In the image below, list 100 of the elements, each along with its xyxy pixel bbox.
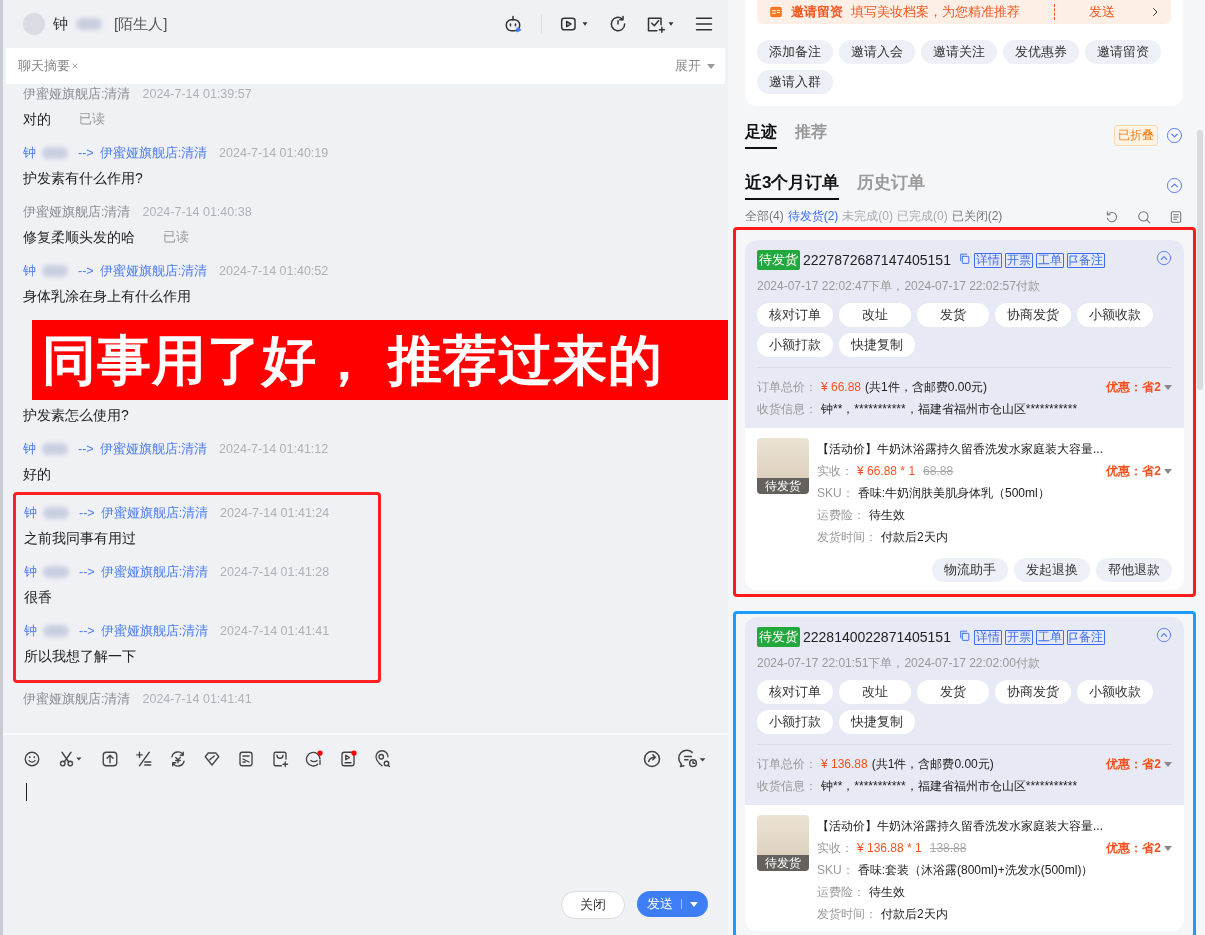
action-chip[interactable]: 发货 bbox=[917, 303, 989, 327]
action-chip[interactable]: 改址 bbox=[839, 680, 911, 704]
action-chip[interactable]: 核对订单 bbox=[757, 303, 833, 327]
caret-icon bbox=[1164, 468, 1172, 474]
arrow-text: --> bbox=[78, 145, 94, 162]
blurred-text bbox=[43, 625, 69, 637]
field-label: 实收： bbox=[817, 463, 853, 480]
sku-text: 香味:套装（沐浴露(800ml)+洗发水(500ml)） bbox=[857, 862, 1094, 879]
document-icon[interactable] bbox=[1169, 209, 1183, 224]
order-link[interactable]: 详情 bbox=[973, 629, 1002, 645]
chat-history-icon[interactable] bbox=[678, 749, 708, 769]
field-label: 订单总价： bbox=[757, 379, 817, 396]
tab[interactable]: 足迹 bbox=[745, 122, 777, 149]
smiley-icon[interactable] bbox=[23, 750, 41, 768]
video-doc-icon[interactable] bbox=[339, 750, 357, 768]
order-link[interactable]: 工单 bbox=[1035, 629, 1064, 645]
recipient-name: 伊蜜娅旗舰店:清清 bbox=[99, 263, 208, 280]
caret-icon bbox=[1164, 384, 1172, 390]
action-chip[interactable]: 快捷复制 bbox=[839, 710, 915, 734]
ship-time: 付款后2天内 bbox=[881, 529, 948, 546]
tag-icon[interactable] bbox=[203, 750, 221, 768]
close-button[interactable]: 关闭 bbox=[561, 891, 625, 919]
copy-icon[interactable] bbox=[957, 252, 971, 265]
search-icon[interactable] bbox=[1137, 209, 1151, 224]
video-icon[interactable] bbox=[560, 14, 590, 34]
arrow-text: --> bbox=[78, 441, 94, 458]
quick-action-chip[interactable]: 添加备注 bbox=[757, 40, 833, 64]
message-text: 护发素有什么作用? bbox=[23, 169, 143, 188]
quick-action-chip[interactable]: 邀请入会 bbox=[839, 40, 915, 64]
receipt-icon[interactable] bbox=[237, 750, 255, 768]
action-chip[interactable]: 改址 bbox=[839, 303, 911, 327]
order-link[interactable]: 详情 bbox=[973, 252, 1002, 268]
arrow-text: --> bbox=[79, 505, 95, 522]
field-label: SKU： bbox=[817, 862, 854, 879]
tab[interactable]: 近3个月订单 bbox=[745, 171, 840, 200]
quick-action-chip[interactable]: 邀请留资 bbox=[1085, 40, 1161, 64]
field-label: 实收： bbox=[817, 840, 853, 857]
bag-plus-icon[interactable] bbox=[271, 750, 289, 768]
insurance-status: 待生效 bbox=[869, 507, 905, 524]
upload-icon[interactable] bbox=[101, 750, 119, 768]
action-chip[interactable]: 协商发货 bbox=[995, 303, 1071, 327]
timestamp: 2024-7-14 01:40:52 bbox=[219, 263, 329, 280]
order-action-button[interactable]: 物流助手 bbox=[932, 558, 1008, 582]
original-price: 138.88 bbox=[929, 840, 967, 857]
order-filter[interactable]: 全部(4) bbox=[745, 208, 784, 225]
message-text: 很香 bbox=[24, 588, 52, 607]
action-chip[interactable]: 小额收款 bbox=[1077, 680, 1153, 704]
collapse-icon[interactable] bbox=[1166, 177, 1183, 194]
arrow-text: --> bbox=[78, 263, 94, 280]
flag-icon bbox=[1068, 631, 1078, 643]
action-chip[interactable]: 小额打款 bbox=[757, 333, 833, 357]
quick-action-chip[interactable]: 邀请入群 bbox=[757, 70, 833, 94]
quick-action-chip[interactable]: 发优惠券 bbox=[1003, 40, 1079, 64]
forward-icon[interactable] bbox=[642, 749, 662, 769]
collapse-icon[interactable] bbox=[1156, 627, 1172, 643]
exchange-icon[interactable] bbox=[169, 750, 187, 768]
sender-name: 钟 bbox=[24, 564, 37, 581]
copy-icon[interactable] bbox=[957, 629, 971, 642]
quick-action-chip[interactable]: 邀请关注 bbox=[921, 40, 997, 64]
location-search-icon[interactable] bbox=[373, 750, 391, 768]
collapse-icon[interactable] bbox=[1156, 250, 1172, 266]
order-link[interactable]: 备注 bbox=[1066, 252, 1105, 268]
message-text: 好的 bbox=[23, 465, 51, 484]
send-button[interactable]: 发送 bbox=[637, 891, 708, 917]
action-chip[interactable]: 发货 bbox=[917, 680, 989, 704]
order-link[interactable]: 工单 bbox=[1035, 252, 1064, 268]
timestamp: 2024-7-14 01:40:19 bbox=[219, 145, 329, 162]
insurance-status: 待生效 bbox=[869, 884, 905, 901]
checkbox-plus-icon[interactable] bbox=[646, 14, 676, 34]
order-action-button[interactable]: 帮他退款 bbox=[1096, 558, 1172, 582]
message-text: 所以我想了解一下 bbox=[24, 647, 136, 666]
order-link[interactable]: 开票 bbox=[1004, 629, 1033, 645]
message-text: 身体乳涂在身上有什么作用 bbox=[23, 287, 191, 306]
order-times: 2024-07-17 22:01:51下单，2024-07-17 22:02:00付款 bbox=[757, 655, 1041, 672]
invite-title: 邀请留资 bbox=[791, 3, 843, 21]
contact-name: 钟 bbox=[53, 14, 68, 34]
action-chip[interactable]: 协商发货 bbox=[995, 680, 1071, 704]
action-chip[interactable]: 小额打款 bbox=[757, 710, 833, 734]
message-text: 护发素怎么使用? bbox=[23, 406, 129, 425]
order-link[interactable]: 开票 bbox=[1004, 252, 1033, 268]
order-filter[interactable]: 待发货(2) bbox=[787, 208, 839, 225]
action-chip[interactable]: 核对订单 bbox=[757, 680, 833, 704]
recipient-name: 伊蜜娅旗舰店:清清 bbox=[100, 623, 209, 640]
id-card-icon bbox=[769, 5, 783, 19]
sender-name: 钟 bbox=[23, 263, 36, 280]
expand-button[interactable]: 展开 bbox=[675, 57, 715, 75]
order-action-button[interactable]: 发起退换 bbox=[1014, 558, 1090, 582]
undo-icon[interactable] bbox=[1105, 209, 1119, 224]
order-link[interactable]: 备注 bbox=[1066, 629, 1105, 645]
menu-icon[interactable] bbox=[694, 14, 714, 34]
refresh-icon[interactable] bbox=[608, 14, 628, 34]
total-note: (共1件，含邮费0.00元) bbox=[871, 756, 994, 773]
order-filter[interactable]: 已关闭(2) bbox=[951, 208, 1003, 225]
plus-minus-icon[interactable] bbox=[135, 750, 153, 768]
expand-icon[interactable] bbox=[1166, 127, 1183, 144]
chatbot-icon[interactable] bbox=[305, 750, 323, 768]
robot-icon[interactable] bbox=[503, 14, 523, 34]
action-chip[interactable]: 快捷复制 bbox=[839, 333, 915, 357]
field-label: 订单总价： bbox=[757, 756, 817, 773]
action-chip[interactable]: 小额收款 bbox=[1077, 303, 1153, 327]
